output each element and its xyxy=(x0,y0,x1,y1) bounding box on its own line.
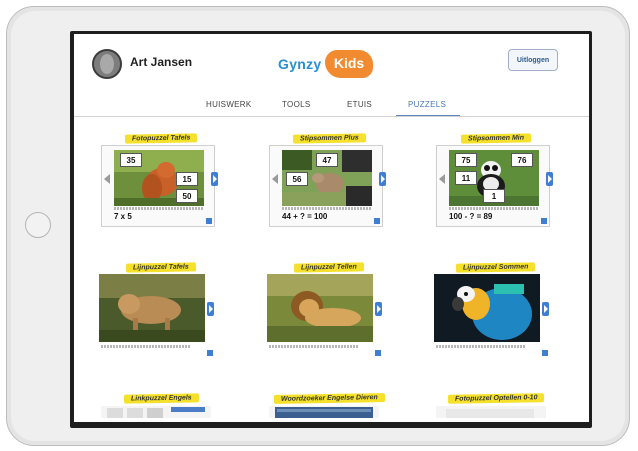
puzzle-card[interactable]: 47 56 44 + ? = 100 xyxy=(269,145,386,227)
user-name: Art Jansen xyxy=(130,55,193,69)
next-arrow-icon[interactable] xyxy=(542,302,549,316)
corner-badge-icon xyxy=(207,350,213,356)
logo-text-kids: Kids xyxy=(325,50,373,78)
number-tile: 15 xyxy=(176,172,198,186)
next-arrow-icon[interactable] xyxy=(207,302,214,316)
home-button[interactable] xyxy=(25,212,51,238)
puzzle-tile[interactable]: Lijnpuzzel Sommen xyxy=(431,256,561,366)
instruction-text xyxy=(436,345,526,348)
puzzle-card[interactable]: 75 76 11 1 100 - ? = 89 xyxy=(436,145,553,227)
puzzle-title: Stipsommen Min xyxy=(431,127,561,145)
number-tile: 1 xyxy=(483,189,505,203)
parrot-image xyxy=(434,274,540,342)
gynzy-kids-logo: Gynzy Kids xyxy=(278,50,382,82)
number-tile: 35 xyxy=(120,153,142,167)
puzzle-tile[interactable]: Stipsommen Plus 47 56 44 + ? = 100 xyxy=(264,127,394,237)
puzzle-grid: Fotopuzzel Tafels 35 15 50 7 x 5 Stipsom… xyxy=(74,122,589,422)
prev-arrow-icon[interactable] xyxy=(439,174,445,184)
next-arrow-icon[interactable] xyxy=(211,172,218,186)
number-tile: 47 xyxy=(316,153,338,167)
puzzle-tile[interactable]: Woordzoeker Engelse Dieren xyxy=(264,387,394,422)
tab-etuis[interactable]: ETUIS xyxy=(347,100,372,109)
corner-badge-icon xyxy=(541,218,547,224)
lion-image xyxy=(267,274,373,342)
main-tabs: HUISWERK TOOLS ETUIS PUZZELS xyxy=(74,96,589,117)
app-screen: Art Jansen Gynzy Kids Uitloggen HUISWERK… xyxy=(74,34,589,422)
number-tile: 56 xyxy=(286,172,308,186)
puzzle-preview xyxy=(269,405,379,418)
puzzle-card[interactable] xyxy=(434,274,550,358)
tab-tools[interactable]: TOOLS xyxy=(282,100,310,109)
instruction-text xyxy=(114,207,204,210)
corner-badge-icon xyxy=(542,350,548,356)
corner-badge-icon xyxy=(375,350,381,356)
corner-badge-icon xyxy=(206,218,212,224)
puzzle-tile[interactable]: Linkpuzzel Engels xyxy=(96,387,226,422)
puzzle-card[interactable]: 35 15 50 7 x 5 xyxy=(101,145,218,227)
tab-huiswerk[interactable]: HUISWERK xyxy=(206,100,252,109)
puzzle-tile[interactable]: Fotopuzzel Optellen 0-10 xyxy=(431,387,561,422)
equation: 100 - ? = 89 xyxy=(449,212,493,221)
number-tile: 76 xyxy=(511,153,533,167)
equation: 7 x 5 xyxy=(114,212,132,221)
puzzle-preview xyxy=(101,405,211,418)
next-arrow-icon[interactable] xyxy=(375,302,382,316)
instruction-text xyxy=(101,345,191,348)
puzzle-tile[interactable]: Lijnpuzzel Tafels xyxy=(96,256,226,366)
puzzle-preview xyxy=(436,405,546,418)
logo-text-gynzy: Gynzy xyxy=(278,56,322,72)
puzzle-title: Lijnpuzzel Tafels xyxy=(96,256,226,274)
prev-arrow-icon[interactable] xyxy=(104,174,110,184)
instruction-text xyxy=(269,345,359,348)
tabs-divider xyxy=(74,116,589,117)
puzzle-title: Linkpuzzel Engels xyxy=(96,387,226,405)
squirrel-image: 35 15 50 xyxy=(114,150,204,206)
puzzle-card[interactable] xyxy=(99,274,215,358)
corner-badge-icon xyxy=(374,218,380,224)
puzzle-title: Lijnpuzzel Tellen xyxy=(264,256,394,274)
puzzle-tile[interactable]: Lijnpuzzel Tellen xyxy=(264,256,394,366)
equation: 44 + ? = 100 xyxy=(282,212,328,221)
logout-button[interactable]: Uitloggen xyxy=(508,49,558,71)
instruction-text xyxy=(449,207,539,210)
kangaroo-image: 47 56 xyxy=(282,150,372,206)
next-arrow-icon[interactable] xyxy=(379,172,386,186)
puzzle-title: Lijnpuzzel Sommen xyxy=(431,256,561,274)
lynx-image xyxy=(99,274,205,342)
instruction-text xyxy=(282,207,372,210)
app-header: Art Jansen Gynzy Kids Uitloggen HUISWERK… xyxy=(74,34,589,122)
number-tile: 11 xyxy=(455,171,477,185)
puzzle-card[interactable] xyxy=(267,274,383,358)
prev-arrow-icon[interactable] xyxy=(272,174,278,184)
puzzle-title: Fotopuzzel Tafels xyxy=(96,127,226,145)
puzzle-title: Stipsommen Plus xyxy=(264,127,394,145)
puzzle-tile[interactable]: Stipsommen Min 75 76 11 1 100 - ? = 89 xyxy=(431,127,561,237)
panda-image: 75 76 11 1 xyxy=(449,150,539,206)
number-tile: 50 xyxy=(176,189,198,203)
next-arrow-icon[interactable] xyxy=(546,172,553,186)
tab-puzzels[interactable]: PUZZELS xyxy=(408,100,446,109)
number-tile: 75 xyxy=(455,153,477,167)
puzzle-title: Fotopuzzel Optellen 0-10 xyxy=(431,387,561,405)
avatar[interactable] xyxy=(92,49,122,79)
puzzle-tile[interactable]: Fotopuzzel Tafels 35 15 50 7 x 5 xyxy=(96,127,226,237)
puzzle-title: Woordzoeker Engelse Dieren xyxy=(264,387,394,405)
